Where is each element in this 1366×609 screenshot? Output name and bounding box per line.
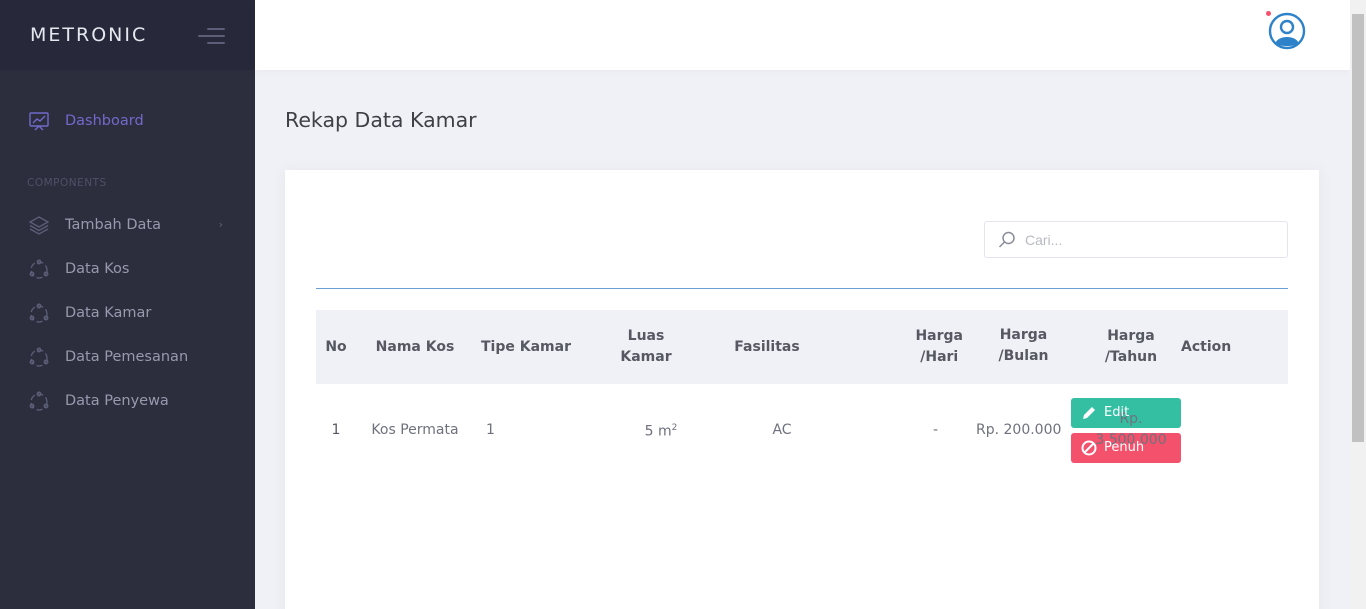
- cell-no: 1: [331, 421, 341, 438]
- col-header-tipe-kamar[interactable]: Tipe Kamar: [474, 310, 578, 384]
- scrollbar[interactable]: [1350, 0, 1366, 609]
- cell-harga-bulan: Rp. 200.000: [976, 384, 1061, 476]
- col-header-no[interactable]: No: [316, 310, 356, 384]
- sidebar-item-label: Data Kamar: [65, 305, 152, 321]
- ban-icon: [1081, 440, 1097, 455]
- cell-harga-hari: -: [932, 421, 938, 438]
- search-box[interactable]: [984, 221, 1288, 258]
- col-header-luas-kamar[interactable]: Luas Kamar: [578, 310, 714, 384]
- divider: [316, 288, 1288, 289]
- topbar: [255, 0, 1350, 70]
- data-table: No Nama Kos Tipe Kamar Luas Kamar Fasilit…: [316, 310, 1288, 476]
- luas-unit-sup: 2: [671, 422, 678, 433]
- header-line: Harga: [999, 327, 1048, 343]
- table-header-row: No Nama Kos Tipe Kamar Luas Kamar Fasilit…: [316, 310, 1288, 384]
- circle-nodes-icon: [28, 302, 50, 324]
- cell-tipe-kamar: 1: [486, 421, 495, 438]
- user-avatar-icon[interactable]: [1268, 12, 1306, 50]
- cell-fasilitas: AC: [772, 421, 792, 438]
- harga-bulan-value: Rp. 200.000: [976, 422, 1062, 438]
- header-line: /Bulan: [998, 348, 1049, 364]
- chart-board-icon: [28, 110, 50, 132]
- search-input[interactable]: [1025, 231, 1265, 248]
- page-title: Rekap Data Kamar: [285, 108, 477, 132]
- header-line: Harga: [915, 328, 963, 344]
- penuh-button-label: Penuh: [1104, 440, 1145, 455]
- sidebar-item-label: Dashboard: [65, 113, 144, 129]
- brand-logo-text[interactable]: METRONIC: [30, 24, 147, 46]
- circle-nodes-icon: [28, 258, 50, 280]
- luas-value: 5 m: [644, 423, 672, 440]
- col-header-action[interactable]: Action: [1181, 310, 1288, 384]
- sidebar-item-label: Data Kos: [65, 261, 130, 277]
- header-line: Luas: [627, 328, 665, 344]
- circle-nodes-icon: [28, 390, 50, 412]
- cell-action: Edit Penuh: [1071, 384, 1288, 476]
- sidebar-item-data-kos[interactable]: Data Kos: [0, 247, 255, 291]
- header-line: Kamar: [620, 349, 672, 365]
- header-line: /Tahun: [1104, 349, 1158, 365]
- sidebar-item-data-pemesanan[interactable]: Data Pemesanan: [0, 335, 255, 379]
- col-header-harga-hari[interactable]: Harga/Hari: [820, 310, 978, 384]
- cell-luas-kamar: 5 m2: [578, 384, 714, 476]
- pencil-icon: [1083, 406, 1095, 419]
- sidebar: METRONIC Dashboard COMPONENTS Tambah Dat…: [0, 0, 255, 609]
- cell-nama-kos: Kos Permata: [371, 421, 459, 438]
- col-header-fasilitas[interactable]: Fasilitas: [714, 310, 820, 384]
- chevron-right-icon: ›: [218, 218, 223, 231]
- section-label-components: COMPONENTS: [27, 177, 107, 189]
- edit-button-label: Edit: [1104, 405, 1130, 420]
- header-line: Harga: [1107, 328, 1155, 344]
- layers-icon: [28, 214, 50, 236]
- circle-nodes-icon: [28, 346, 50, 368]
- sidebar-item-label: Tambah Data: [65, 217, 161, 233]
- sidebar-item-tambah-data[interactable]: Tambah Data ›: [0, 203, 255, 247]
- col-header-nama-kos[interactable]: Nama Kos: [356, 310, 474, 384]
- sidebar-item-data-kamar[interactable]: Data Kamar: [0, 291, 255, 335]
- brand-bar: METRONIC: [0, 0, 255, 70]
- sidebar-toggle-icon[interactable]: [198, 28, 226, 46]
- header-line: /Hari: [920, 349, 959, 365]
- scrollbar-thumb[interactable]: [1352, 14, 1364, 442]
- col-header-harga-bulan[interactable]: Harga/Bulan: [978, 310, 1049, 384]
- search-icon: [997, 230, 1017, 250]
- sidebar-item-dashboard[interactable]: Dashboard: [0, 99, 255, 143]
- sidebar-item-label: Data Penyewa: [65, 393, 169, 409]
- sidebar-item-label: Data Pemesanan: [65, 349, 189, 365]
- table-row: 1 Kos Permata 1 5 m2 AC - Rp. 200.000 Rp…: [316, 384, 1288, 476]
- sidebar-item-data-penyewa[interactable]: Data Penyewa: [0, 379, 255, 423]
